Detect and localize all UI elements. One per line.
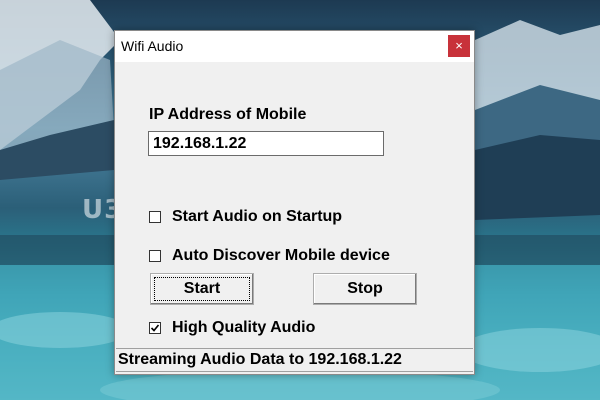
start-button[interactable]: Start <box>150 273 254 305</box>
high-quality-row[interactable]: High Quality Audio <box>149 318 315 338</box>
auto-discover-label: Auto Discover Mobile device <box>172 247 390 264</box>
start-on-startup-checkbox[interactable] <box>149 211 161 223</box>
high-quality-label: High Quality Audio <box>172 319 316 336</box>
window-title: Wifi Audio <box>121 38 184 54</box>
ip-address-input[interactable] <box>148 131 384 156</box>
status-text: Streaming Audio Data to 192.168.1.22 <box>118 351 402 368</box>
stop-button[interactable]: Stop <box>313 273 417 305</box>
auto-discover-row[interactable]: Auto Discover Mobile device <box>149 246 390 266</box>
ip-address-label: IP Address of Mobile <box>149 106 307 123</box>
start-on-startup-label: Start Audio on Startup <box>172 208 343 225</box>
wifi-audio-window: Wifi Audio × IP Address of Mobile Start … <box>114 30 475 375</box>
start-on-startup-row[interactable]: Start Audio on Startup <box>149 207 342 227</box>
high-quality-checkbox[interactable] <box>149 322 161 334</box>
checkmark-icon <box>150 324 160 332</box>
window-content: IP Address of Mobile Start Audio on Star… <box>115 62 474 374</box>
close-button[interactable]: × <box>448 35 470 57</box>
auto-discover-checkbox[interactable] <box>149 250 161 262</box>
title-bar[interactable]: Wifi Audio × <box>115 31 474 62</box>
status-bar: Streaming Audio Data to 192.168.1.22 <box>116 348 473 372</box>
close-icon: × <box>455 38 463 53</box>
